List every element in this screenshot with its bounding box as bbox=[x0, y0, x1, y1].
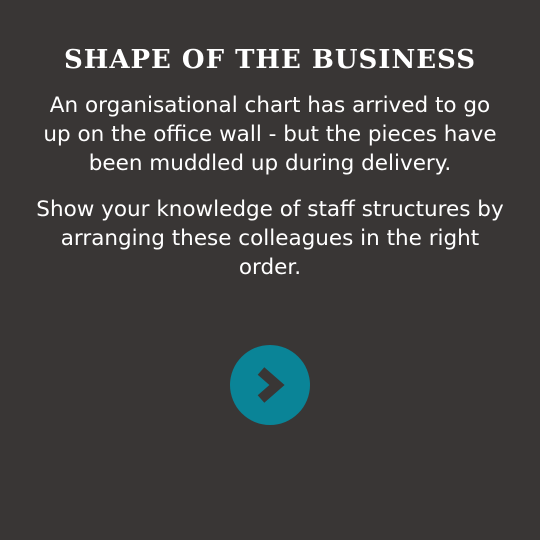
game-title: SHAPE OF THE BUSINESS bbox=[63, 45, 477, 75]
intro-text: An organisational chart has arrived to g… bbox=[43, 93, 497, 176]
intro-screen: SHAPE OF THE BUSINESS An organisational … bbox=[0, 0, 540, 540]
instruction-text: Show your knowledge of staff structures … bbox=[36, 197, 504, 280]
chevron-right-icon bbox=[257, 367, 285, 403]
next-button[interactable] bbox=[230, 345, 310, 425]
